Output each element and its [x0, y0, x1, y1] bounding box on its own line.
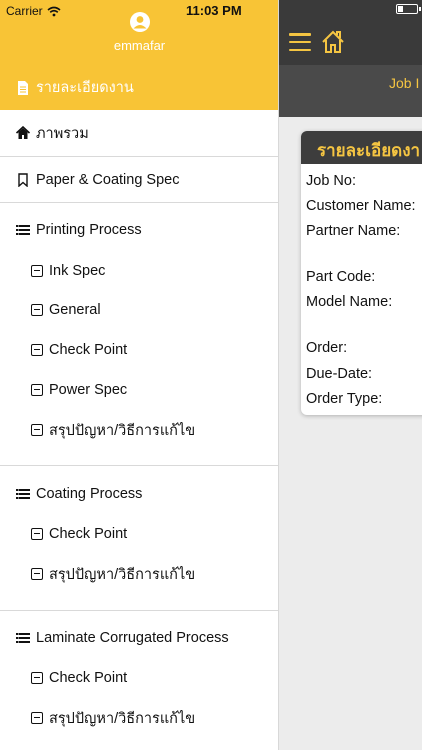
status-time: 11:03 PM: [186, 3, 242, 18]
field-model-name: Model Name:: [306, 294, 393, 310]
carrier-label: Carrier: [6, 4, 43, 18]
divider: [0, 610, 278, 611]
username: emmafar: [113, 38, 166, 53]
main-screen: Job I รายละเอียดงา Job No: Customer Name…: [279, 0, 422, 750]
menu-item-label: Power Spec: [49, 382, 128, 398]
field-customer-name: Customer Name:: [306, 198, 416, 214]
section-coating-process[interactable]: Coating Process: [0, 472, 278, 516]
section-label: Printing Process: [36, 222, 142, 238]
menu-item-check-point[interactable]: Check Point: [0, 330, 278, 370]
minus-square-icon: [31, 528, 43, 540]
main-navbar: [279, 0, 422, 65]
minus-square-icon: [31, 384, 43, 396]
menu-item-general[interactable]: General: [0, 290, 278, 330]
menu-item-label: Check Point: [49, 526, 128, 542]
divider: [0, 202, 278, 203]
menu-item-label: ภาพรวม: [36, 125, 89, 142]
menu-item-job-detail[interactable]: รายละเอียดงาน: [0, 65, 278, 110]
menu-item-label: Ink Spec: [49, 263, 106, 279]
menu-item-overview[interactable]: ภาพรวม: [0, 110, 278, 156]
minus-square-icon: [31, 265, 43, 277]
avatar-icon: [130, 12, 150, 32]
navigation-drawer: Carrier 11:03 PM emmafar รายละเอียดงาน ภ…: [0, 0, 279, 750]
job-title: Job I: [389, 75, 420, 91]
section-label: Coating Process: [36, 486, 143, 502]
menu-item-paper-coating[interactable]: Paper & Coating Spec: [0, 157, 278, 202]
hamburger-menu-icon[interactable]: [289, 33, 311, 51]
section-laminate-process[interactable]: Laminate Corrugated Process: [0, 616, 278, 660]
menu-item-ink-spec[interactable]: Ink Spec: [0, 251, 278, 291]
battery-indicator: [396, 4, 421, 14]
menu-item-label: Paper & Coating Spec: [36, 171, 180, 188]
minus-square-icon: [31, 344, 43, 356]
menu-item-coating-check-point[interactable]: Check Point: [0, 514, 278, 554]
section-printing-process[interactable]: Printing Process: [0, 208, 278, 252]
section-label: Laminate Corrugated Process: [36, 630, 229, 646]
main-subheader: Job I: [279, 65, 422, 117]
home-button-icon[interactable]: [320, 29, 346, 55]
field-job-no: Job No:: [306, 173, 356, 189]
document-icon: [18, 80, 28, 95]
bookmark-icon: [18, 172, 28, 187]
minus-square-icon: [31, 568, 43, 580]
wifi-icon: [47, 6, 61, 16]
job-detail-card: รายละเอียดงา Job No: Customer Name: Part…: [301, 131, 422, 415]
minus-square-icon: [31, 424, 43, 436]
home-icon: [16, 126, 30, 139]
list-icon: [16, 225, 30, 235]
status-carrier: Carrier: [6, 4, 61, 18]
battery-icon: [396, 4, 421, 14]
field-part-code: Part Code:: [306, 269, 376, 285]
menu-item-label: Check Point: [49, 342, 128, 358]
minus-square-icon: [31, 712, 43, 724]
menu-item-laminate-check-point[interactable]: Check Point: [0, 658, 278, 698]
field-order: Order:: [306, 340, 348, 356]
minus-square-icon: [31, 672, 43, 684]
drawer-header: Carrier 11:03 PM emmafar: [0, 0, 278, 65]
divider: [0, 465, 278, 466]
menu-item-laminate-problem-summary[interactable]: สรุปปัญหา/วิธีการแก้ไข: [0, 698, 278, 738]
menu-item-problem-summary[interactable]: สรุปปัญหา/วิธีการแก้ไข: [0, 410, 278, 450]
card-title: รายละเอียดงา: [301, 131, 422, 164]
menu-item-label: รายละเอียดงาน: [36, 80, 134, 96]
menu-item-label: General: [49, 302, 101, 318]
list-icon: [16, 633, 30, 643]
menu-item-label: สรุปปัญหา/วิธีการแก้ไข: [49, 566, 196, 583]
minus-square-icon: [31, 304, 43, 316]
menu-item-label: Check Point: [49, 670, 128, 686]
menu-item-label: สรุปปัญหา/วิธีการแก้ไข: [49, 422, 196, 439]
field-order-type: Order Type:: [306, 391, 383, 407]
list-icon: [16, 489, 30, 499]
menu-item-label: สรุปปัญหา/วิธีการแก้ไข: [49, 710, 196, 727]
menu-item-power-spec[interactable]: Power Spec: [0, 370, 278, 410]
menu-item-coating-problem-summary[interactable]: สรุปปัญหา/วิธีการแก้ไข: [0, 554, 278, 594]
field-due-date: Due-Date:: [306, 366, 373, 382]
field-partner-name: Partner Name:: [306, 223, 401, 239]
